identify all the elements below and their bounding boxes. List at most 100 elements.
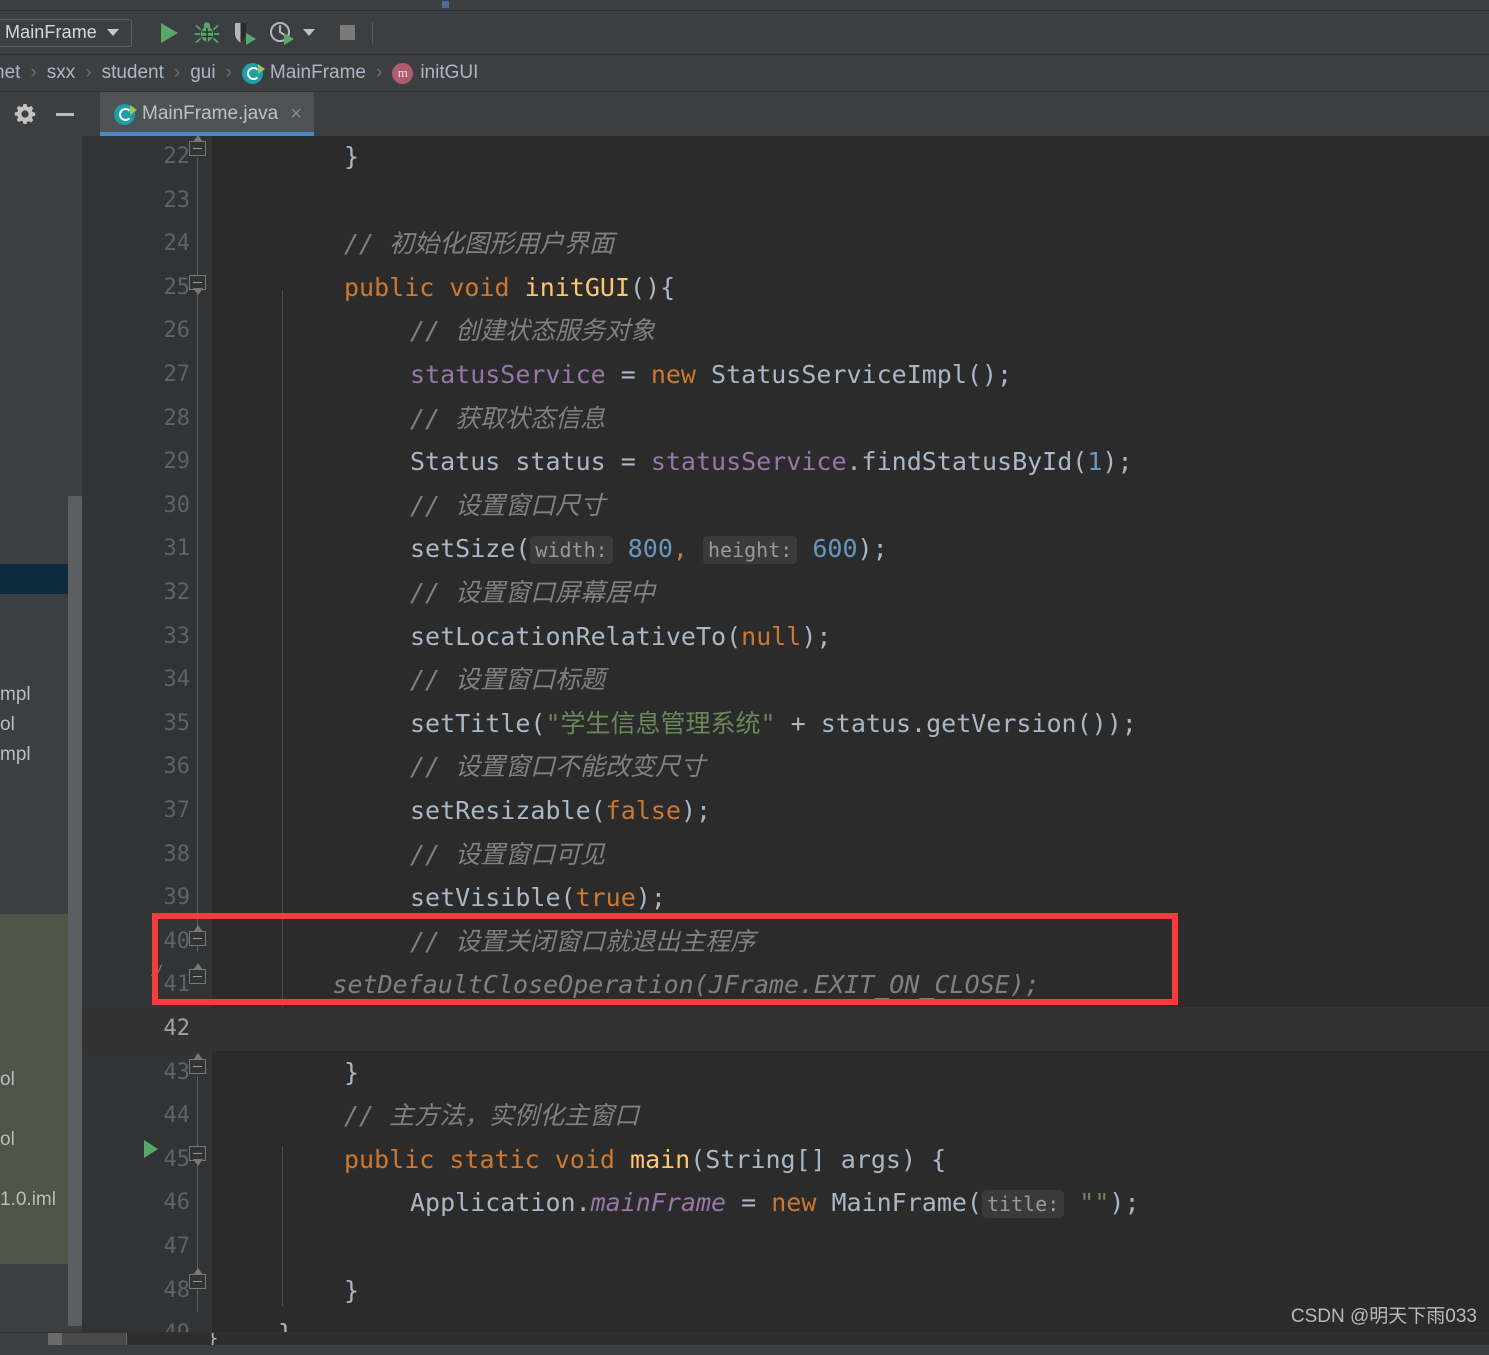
line-content[interactable]: // 创建状态服务对象 (410, 309, 655, 353)
line-content[interactable]: // 设置关闭窗口就退出主程序 (410, 920, 755, 964)
project-tree-item[interactable]: 1.0.iml (0, 1189, 56, 1211)
line-content[interactable]: // 设置窗口不能改变尺寸 (410, 745, 705, 789)
stop-button[interactable] (332, 18, 362, 48)
project-tree-item[interactable]: ol (0, 1129, 15, 1151)
editor-line[interactable]: 32 // 设置窗口屏幕居中 (82, 571, 1489, 615)
project-tree-item[interactable]: mpl (0, 744, 31, 766)
project-scrollbar-thumb[interactable] (68, 496, 82, 1326)
code-token: // 设置窗口不能改变尺寸 (410, 752, 706, 782)
editor-line[interactable]: 33 setLocationRelativeTo(null); (82, 615, 1489, 659)
line-content[interactable]: Application.mainFrame = new MainFrame(ti… (410, 1181, 1140, 1225)
line-content[interactable]: // 设置窗口屏幕居中 (410, 571, 655, 615)
editor-line[interactable]: 26 // 创建状态服务对象 (82, 309, 1489, 353)
editor-line[interactable]: 42 (82, 1007, 1489, 1051)
profiler-button[interactable] (268, 18, 298, 48)
breadcrumb-item-student[interactable]: student (102, 62, 164, 84)
editor-line[interactable]: 27 statusService = new StatusServiceImpl(… (82, 353, 1489, 397)
editor-line[interactable]: 31 setSize(width: 800, height: 600); (82, 527, 1489, 571)
project-tool-window[interactable]: mpl ol mpl ol ol 1.0.iml (0, 136, 68, 1332)
profiler-dropdown[interactable] (298, 18, 320, 48)
editor-tab-mainframe-java[interactable]: MainFrame.java × (100, 92, 314, 136)
editor-line[interactable]: 25 public void initGUI(){ (82, 266, 1489, 310)
line-content[interactable]: Status status = statusService.findStatus… (410, 440, 1133, 484)
editor-line[interactable]: 46 Application.mainFrame = new MainFrame(… (82, 1181, 1489, 1225)
editor-line[interactable]: 41// setDefaultCloseOperation(JFrame.EXI… (82, 963, 1489, 1007)
run-with-coverage-button[interactable] (230, 18, 260, 48)
java-class-icon (241, 62, 265, 84)
editor-line[interactable]: 44 // 主方法，实例化主窗口 (82, 1094, 1489, 1138)
status-bar-rest (127, 1333, 1489, 1345)
line-content[interactable]: } (344, 1051, 359, 1095)
editor-line[interactable]: 30 // 设置窗口尺寸 (82, 484, 1489, 528)
line-number: 23 (163, 187, 191, 213)
line-content[interactable]: // 获取状态信息 (410, 397, 605, 441)
line-content[interactable]: statusService = new StatusServiceImpl(); (410, 353, 1012, 397)
editor-line[interactable]: 47 (82, 1225, 1489, 1269)
line-content[interactable]: } (278, 1312, 293, 1332)
editor-line[interactable]: 29 Status status = statusService.findStat… (82, 440, 1489, 484)
editor-line[interactable]: 22} (82, 136, 1489, 179)
line-content[interactable]: } (344, 136, 359, 179)
editor-line[interactable]: 24 // 初始化图形用户界面 (82, 222, 1489, 266)
editor-line[interactable]: 39 setVisible(true); (82, 876, 1489, 920)
code-token: setDefaultCloseOperation(JFrame.EXIT_ON_… (212, 970, 1040, 1000)
breadcrumb-item-sxx[interactable]: sxx (47, 62, 76, 84)
settings-button[interactable] (8, 97, 42, 131)
run-configuration-selector[interactable]: MainFrame (0, 18, 132, 47)
code-token: static (449, 1144, 540, 1174)
line-number: 37 (163, 798, 191, 823)
editor-line[interactable]: 43} (82, 1051, 1489, 1095)
breadcrumb-item-mainframe[interactable]: MainFrame (241, 62, 366, 84)
editor-line[interactable]: 45 public static void main(String[] args)… (82, 1138, 1489, 1182)
line-content[interactable]: public static void main(String[] args) { (344, 1138, 946, 1182)
hide-panel-button[interactable] (48, 97, 82, 131)
project-tree-item[interactable]: ol (0, 714, 15, 736)
line-number: 30 (163, 492, 191, 518)
line-number: 47 (163, 1234, 191, 1259)
project-tree-item[interactable]: ol (0, 1069, 15, 1091)
breadcrumb-item-net[interactable]: net (0, 62, 20, 84)
editor-line[interactable]: 23 (82, 179, 1489, 223)
line-content[interactable]: setVisible(true); (410, 876, 666, 920)
editor-line[interactable]: 40 // 设置关闭窗口就退出主程序 (82, 920, 1489, 964)
status-bar: } (0, 1332, 1489, 1355)
editor-line[interactable]: 35 setTitle("学生信息管理系统" + status.getVersio… (82, 702, 1489, 746)
line-content[interactable]: // 设置窗口尺寸 (410, 484, 605, 528)
bug-icon (194, 21, 220, 43)
line-content[interactable]: // 设置窗口标题 (410, 658, 605, 702)
run-button[interactable] (154, 18, 184, 48)
line-content[interactable]: // 设置窗口可见 (410, 833, 605, 877)
project-selected-row[interactable] (0, 564, 68, 594)
editor-line[interactable]: 37 setResizable(false); (82, 789, 1489, 833)
clipped-code-glyph: } (207, 1333, 219, 1345)
editor-line[interactable]: 38 // 设置窗口可见 (82, 833, 1489, 877)
line-content[interactable]: // 初始化图形用户界面 (344, 222, 614, 266)
line-content[interactable]: setLocationRelativeTo(null); (410, 615, 831, 659)
line-content[interactable]: setTitle("学生信息管理系统" + status.getVersion(… (410, 702, 1137, 746)
line-content[interactable]: setResizable(false); (410, 789, 711, 833)
project-tree-item[interactable]: mpl (0, 684, 31, 706)
line-content[interactable]: } (344, 1269, 359, 1313)
code-token: ); (857, 534, 888, 564)
editor-line[interactable]: 34 // 设置窗口标题 (82, 658, 1489, 702)
editor-line[interactable]: 28 // 获取状态信息 (82, 397, 1489, 441)
line-content[interactable]: public void initGUI(){ (344, 266, 675, 310)
play-icon (160, 22, 178, 43)
line-content[interactable]: // 主方法，实例化主窗口 (344, 1094, 639, 1138)
line-content[interactable]: setDefaultCloseOperation(JFrame.EXIT_ON_… (212, 963, 1040, 1007)
gear-icon (14, 104, 36, 124)
code-token: // 设置关闭窗口就退出主程序 (410, 926, 756, 956)
debug-button[interactable] (192, 18, 222, 48)
editor-line[interactable]: 48} (82, 1269, 1489, 1313)
code-editor[interactable]: 22} 23 24 // 初始化图形用户界面 25 public void initGUI… (82, 136, 1489, 1332)
breadcrumb-item-initgui[interactable]: m initGUI (392, 62, 478, 84)
breadcrumb-item-gui[interactable]: gui (190, 62, 215, 84)
editor-line[interactable]: 49} (82, 1312, 1489, 1332)
editor-line[interactable]: 36 // 设置窗口不能改变尺寸 (82, 745, 1489, 789)
close-icon[interactable]: × (290, 103, 302, 126)
line-content[interactable]: setSize(width: 800, height: 600); (410, 527, 888, 571)
code-token: // 获取状态信息 (410, 403, 606, 433)
code-token: } (344, 1275, 360, 1305)
chevron-down-icon (106, 29, 119, 36)
